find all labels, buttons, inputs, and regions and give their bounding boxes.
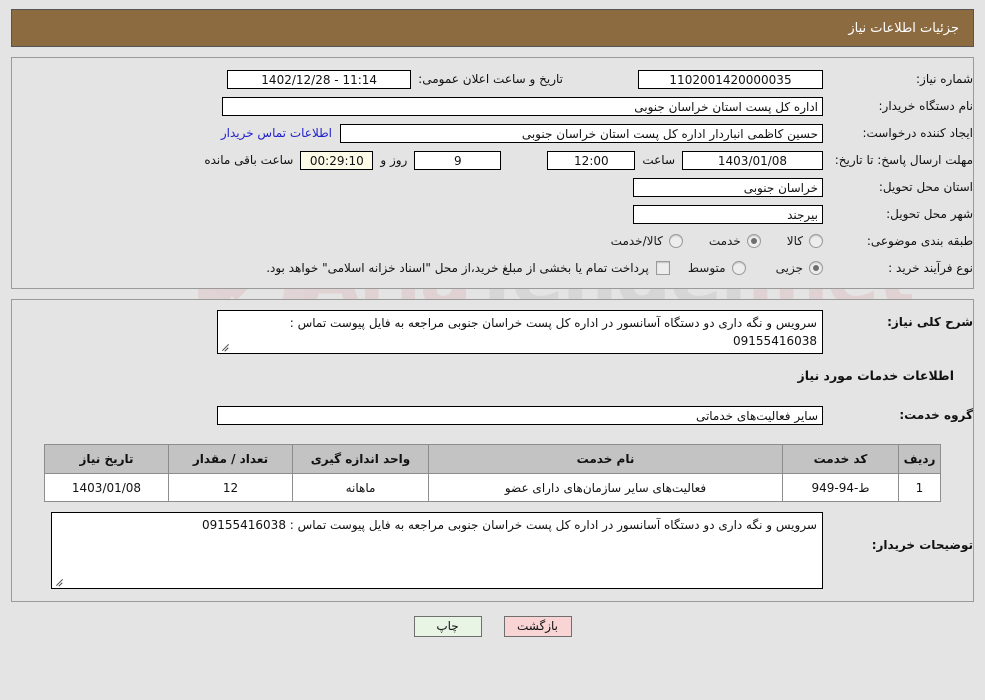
radio-category-goods-service[interactable]: کالا/خدمت <box>611 234 683 248</box>
need-details-panel: شرح کلی نیاز: سرویس و نگه داری دو دستگاه… <box>11 299 974 602</box>
delivery-city-value: بیرجند <box>633 204 823 224</box>
radio-process-minor-label: جزیی <box>775 261 803 275</box>
radio-category-service[interactable]: خدمت <box>709 234 761 248</box>
buyer-organization-label: نام دستگاه خریدار: <box>878 98 974 113</box>
radio-category-goods-label: کالا <box>786 234 803 248</box>
requester-value: حسین کاظمی انباردار اداره کل پست استان خ… <box>340 123 823 143</box>
announce-datetime-label: تاریخ و ساعت اعلان عمومی: <box>418 72 563 86</box>
radio-category-goods-service-circle[interactable] <box>668 234 683 248</box>
row-service-group: گروه خدمت: سایر فعالیت‌های خدماتی <box>12 403 973 427</box>
cell-need-date: 1403/01/08 <box>44 473 169 502</box>
radio-process-medium-circle[interactable] <box>731 261 746 275</box>
radio-category-goods-circle[interactable] <box>809 234 823 248</box>
page-root: جزئیات اطلاعات نیاز شماره نیاز: 11020014… <box>0 9 985 637</box>
textarea-resize-handle[interactable] <box>220 342 230 352</box>
page-title-bar: جزئیات اطلاعات نیاز <box>11 9 974 47</box>
countdown-timer-label: ساعت باقی مانده <box>204 153 294 167</box>
need-number-value: 1102001420000035 <box>638 69 823 89</box>
general-description-value: سرویس و نگه داری دو دستگاه آسانسور در اد… <box>289 316 817 348</box>
row-buyer-organization: نام دستگاه خریدار: اداره کل پست استان خر… <box>12 94 973 118</box>
general-description-label: شرح کلی نیاز: <box>887 315 973 329</box>
col-row-number: ردیف <box>898 444 941 474</box>
radio-process-medium-label: متوسط <box>687 261 726 275</box>
need-info-panel: شماره نیاز: 1102001420000035 تاریخ و ساع… <box>11 57 974 289</box>
radio-category-service-label: خدمت <box>708 234 741 248</box>
deadline-label: مهلت ارسال پاسخ: تا تاریخ: <box>834 152 973 167</box>
radio-process-minor-circle[interactable] <box>809 261 823 275</box>
page-title: جزئیات اطلاعات نیاز <box>848 20 959 36</box>
print-button[interactable]: چاپ <box>413 616 482 637</box>
services-table-header-row: ردیف کد خدمت نام خدمت واحد اندازه گیری ت… <box>44 444 941 474</box>
footer-button-bar: بازگشت چاپ <box>0 616 985 637</box>
service-group-label: گروه خدمت: <box>899 407 973 422</box>
service-group-value: سایر فعالیت‌های خدماتی <box>217 405 823 425</box>
row-purchase-process: نوع فرآیند خرید : جزیی متوسط پرداخت تمام… <box>12 256 973 280</box>
treasury-documents-checkbox[interactable] <box>655 261 670 275</box>
deadline-hour-label: ساعت <box>642 153 675 167</box>
cell-unit: ماهانه <box>292 473 429 502</box>
row-buyer-notes: توضیحات خریدار: سرویس و نگه داری دو دستگ… <box>12 512 973 589</box>
buyer-notes-resize-handle[interactable] <box>54 577 64 587</box>
radio-category-service-circle[interactable] <box>746 234 761 248</box>
delivery-province-label: استان محل تحویل: <box>878 179 973 194</box>
row-need-number: شماره نیاز: 1102001420000035 تاریخ و ساع… <box>12 67 973 91</box>
col-service-name: نام خدمت <box>428 444 783 474</box>
buyer-organization-value: اداره کل پست استان خراسان جنوبی <box>222 96 823 116</box>
col-quantity: تعداد / مقدار <box>168 444 293 474</box>
radio-process-minor[interactable]: جزیی <box>776 261 823 275</box>
row-deadline: مهلت ارسال پاسخ: تا تاریخ: 1403/01/08 سا… <box>12 148 973 172</box>
row-delivery-province: استان محل تحویل: خراسان جنوبی <box>12 175 973 199</box>
delivery-province-value: خراسان جنوبی <box>633 177 823 197</box>
subject-category-label: طبقه بندی موضوعی: <box>866 233 973 248</box>
col-unit: واحد اندازه گیری <box>292 444 429 474</box>
services-section-title: اطلاعات خدمات مورد نیاز <box>797 368 955 383</box>
cell-service-code: ط-94-949 <box>782 473 899 502</box>
cell-row-number: 1 <box>898 473 941 502</box>
remaining-days-value: 9 <box>414 150 502 170</box>
services-table-wrap: ردیف کد خدمت نام خدمت واحد اندازه گیری ت… <box>12 444 973 502</box>
row-general-description: شرح کلی نیاز: سرویس و نگه داری دو دستگاه… <box>12 310 973 354</box>
cell-quantity: 12 <box>168 473 293 502</box>
general-description-textarea[interactable]: سرویس و نگه داری دو دستگاه آسانسور در اد… <box>217 310 823 354</box>
purchase-process-label: نوع فرآیند خرید : <box>888 260 973 275</box>
requester-label: ایجاد کننده درخواست: <box>862 125 973 140</box>
treasury-documents-text: پرداخت تمام یا بخشی از مبلغ خرید،از محل … <box>266 261 649 275</box>
row-delivery-city: شهر محل تحویل: بیرجند <box>12 202 973 226</box>
row-subject-category: طبقه بندی موضوعی: کالا خدمت کالا/خدمت <box>12 229 973 253</box>
need-number-label: شماره نیاز: <box>916 71 973 86</box>
countdown-timer-value: 00:29:10 <box>300 150 374 170</box>
radio-category-goods-service-label: کالا/خدمت <box>610 234 663 248</box>
buyer-notes-value: سرویس و نگه داری دو دستگاه آسانسور در اد… <box>201 518 817 532</box>
services-section-heading-wrap: اطلاعات خدمات مورد نیاز <box>12 368 955 383</box>
table-row: 1 ط-94-949 فعالیت‌های سایر سازمان‌های دا… <box>44 473 941 502</box>
radio-process-medium[interactable]: متوسط <box>688 261 746 275</box>
delivery-city-label: شهر محل تحویل: <box>886 206 973 221</box>
services-table: ردیف کد خدمت نام خدمت واحد اندازه گیری ت… <box>44 444 941 502</box>
buyer-notes-textarea[interactable]: سرویس و نگه داری دو دستگاه آسانسور در اد… <box>51 512 823 589</box>
col-service-code: کد خدمت <box>782 444 899 474</box>
radio-category-goods[interactable]: کالا <box>787 234 823 248</box>
back-button[interactable]: بازگشت <box>503 616 572 637</box>
buyer-notes-label: توضیحات خریدار: <box>871 538 973 552</box>
announce-datetime-value: 11:14 - 1402/12/28 <box>227 69 412 89</box>
col-need-date: تاریخ نیاز <box>44 444 169 474</box>
deadline-hour-value: 12:00 <box>547 150 636 170</box>
row-requester: ایجاد کننده درخواست: حسین کاظمی انباردار… <box>12 121 973 145</box>
buyer-contact-link[interactable]: اطلاعات تماس خریدار <box>213 126 340 140</box>
cell-service-name: فعالیت‌های سایر سازمان‌های دارای عضو <box>428 473 783 502</box>
remaining-days-label: روز و <box>380 153 408 167</box>
deadline-date-value: 1403/01/08 <box>682 150 823 170</box>
